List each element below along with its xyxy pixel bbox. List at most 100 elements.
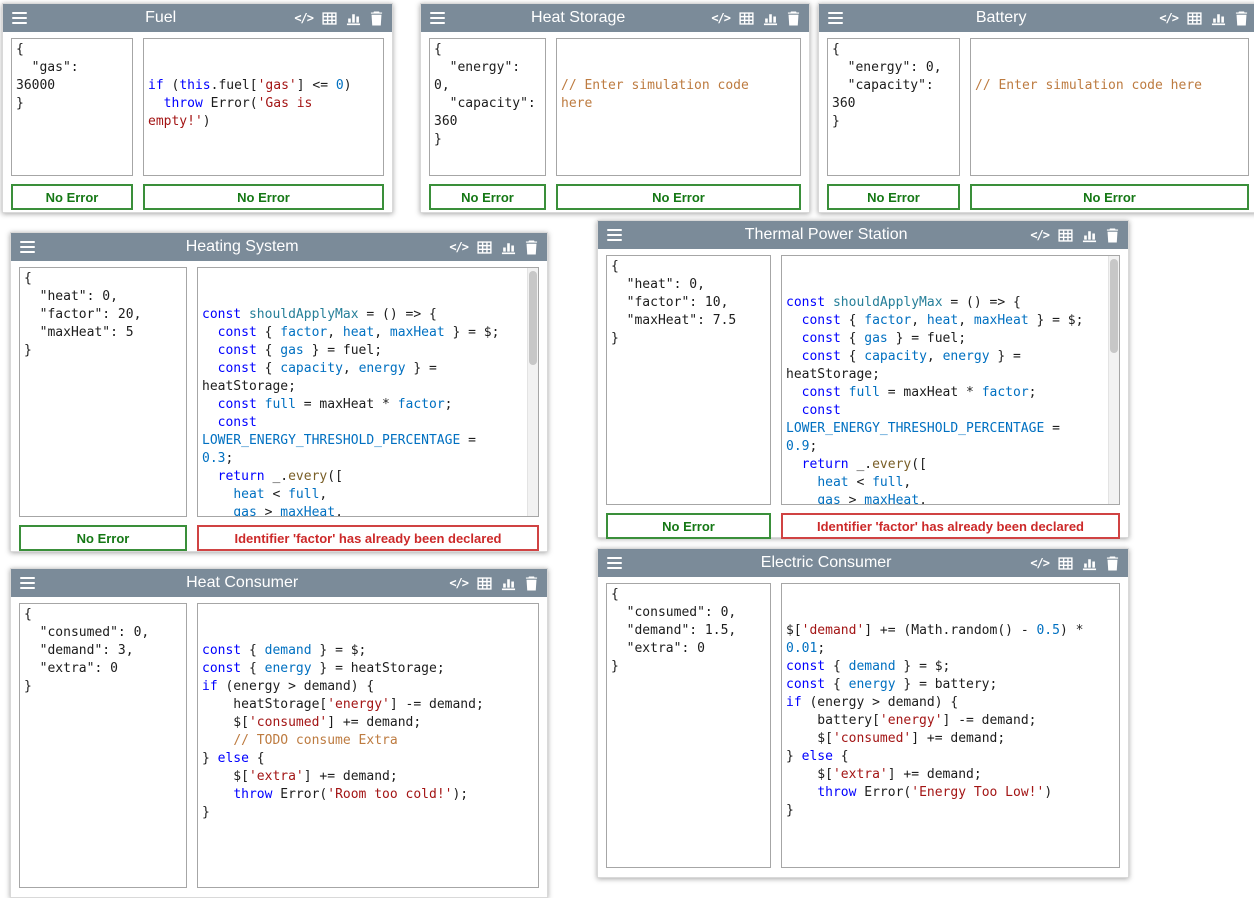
- code-scrollbar[interactable]: [527, 268, 538, 516]
- code-editor[interactable]: const shouldApplyMax = () => { const { f…: [197, 267, 539, 517]
- simulation-board: Fuel </> { "gas": 36000 } if (this.fuel[…: [0, 0, 1254, 845]
- panel-body: { "gas": 36000 } if (this.fuel['gas'] <=…: [3, 32, 392, 176]
- code-view-icon[interactable]: </>: [711, 11, 730, 25]
- bar-chart-icon[interactable]: [1211, 11, 1226, 26]
- state-editor[interactable]: { "consumed": 0, "demand": 3, "extra": 0…: [19, 603, 187, 888]
- state-status-badge: No Error: [827, 184, 960, 210]
- panel-header: Heat Storage </>: [421, 4, 809, 32]
- state-status-badge: No Error: [19, 525, 187, 551]
- status-row: No Error No Error: [3, 176, 392, 210]
- panel-title: Heat Consumer: [43, 574, 441, 592]
- code-view-icon[interactable]: </>: [1030, 228, 1049, 242]
- header-icon-group: </>: [1159, 11, 1248, 26]
- panel-header: Electric Consumer </>: [598, 549, 1128, 577]
- table-view-icon[interactable]: [477, 576, 492, 591]
- table-view-icon[interactable]: [1058, 556, 1073, 571]
- table-view-icon[interactable]: [739, 11, 754, 26]
- hamburger-menu-icon[interactable]: [607, 557, 622, 569]
- code-content: if (this.fuel['gas'] <= 0) throw Error('…: [148, 77, 379, 131]
- code-view-icon[interactable]: </>: [1159, 11, 1178, 25]
- status-row: No Error Identifier 'factor' has already…: [11, 517, 547, 551]
- hamburger-menu-icon[interactable]: [12, 12, 27, 24]
- header-icon-group: </>: [294, 11, 383, 26]
- code-editor[interactable]: // Enter simulation code here: [970, 38, 1249, 176]
- panel-body: { "heat": 0, "factor": 10, "maxHeat": 7.…: [598, 249, 1128, 505]
- state-status-badge: No Error: [11, 184, 133, 210]
- panel-battery: Battery </> { "energy": 0, "capacity": 3…: [818, 3, 1254, 213]
- header-icon-group: </>: [1030, 228, 1119, 243]
- panel-title: Electric Consumer: [630, 554, 1022, 572]
- trash-icon[interactable]: [525, 240, 538, 255]
- bar-chart-icon[interactable]: [1082, 556, 1097, 571]
- code-view-icon[interactable]: </>: [294, 11, 313, 25]
- state-status-badge: No Error: [606, 513, 771, 539]
- panel-header: Thermal Power Station </>: [598, 221, 1128, 249]
- code-editor[interactable]: $['demand'] += (Math.random() - 0.5) *0.…: [781, 583, 1120, 868]
- trash-icon[interactable]: [525, 576, 538, 591]
- code-view-icon[interactable]: </>: [1030, 556, 1049, 570]
- table-view-icon[interactable]: [322, 11, 337, 26]
- state-editor[interactable]: { "gas": 36000 }: [11, 38, 133, 176]
- code-editor[interactable]: const shouldApplyMax = () => { const { f…: [781, 255, 1120, 505]
- hamburger-menu-icon[interactable]: [20, 577, 35, 589]
- bar-chart-icon[interactable]: [346, 11, 361, 26]
- header-icon-group: </>: [449, 240, 538, 255]
- header-icon-group: </>: [711, 11, 800, 26]
- state-editor[interactable]: { "heat": 0, "factor": 10, "maxHeat": 7.…: [606, 255, 771, 505]
- panel-body: { "heat": 0, "factor": 20, "maxHeat": 5 …: [11, 261, 547, 517]
- panel-title: Fuel: [35, 9, 286, 27]
- bar-chart-icon[interactable]: [501, 576, 516, 591]
- bar-chart-icon[interactable]: [763, 11, 778, 26]
- code-content: // Enter simulation codehere: [561, 77, 796, 113]
- state-editor[interactable]: { "energy": 0, "capacity": 360 }: [827, 38, 960, 176]
- panel-title: Thermal Power Station: [630, 226, 1022, 244]
- status-row: No Error Identifier 'factor' has already…: [598, 505, 1128, 539]
- code-editor[interactable]: const { demand } = $;const { energy } = …: [197, 603, 539, 888]
- hamburger-menu-icon[interactable]: [828, 12, 843, 24]
- status-row: No Error No Error: [421, 176, 809, 210]
- code-status-badge: No Error: [143, 184, 384, 210]
- scrollbar-thumb[interactable]: [1110, 259, 1118, 353]
- panel-thermal-power-station: Thermal Power Station </> { "heat": 0, "…: [597, 220, 1129, 538]
- header-icon-group: </>: [449, 576, 538, 591]
- table-view-icon[interactable]: [1187, 11, 1202, 26]
- trash-icon[interactable]: [1106, 556, 1119, 571]
- state-status-badge: No Error: [429, 184, 546, 210]
- code-view-icon[interactable]: </>: [449, 576, 468, 590]
- code-editor[interactable]: if (this.fuel['gas'] <= 0) throw Error('…: [143, 38, 384, 176]
- trash-icon[interactable]: [787, 11, 800, 26]
- code-content: $['demand'] += (Math.random() - 0.5) *0.…: [786, 622, 1115, 820]
- hamburger-menu-icon[interactable]: [20, 241, 35, 253]
- trash-icon[interactable]: [370, 11, 383, 26]
- code-content: const shouldApplyMax = () => { const { f…: [202, 306, 534, 517]
- code-view-icon[interactable]: </>: [449, 240, 468, 254]
- panel-title: Battery: [851, 9, 1151, 27]
- panel-body: { "consumed": 0, "demand": 3, "extra": 0…: [11, 597, 547, 888]
- panel-header: Fuel </>: [3, 4, 392, 32]
- panel-header: Heat Consumer </>: [11, 569, 547, 597]
- table-view-icon[interactable]: [1058, 228, 1073, 243]
- panel-body: { "energy": 0, "capacity": 360 } // Ente…: [421, 32, 809, 176]
- panel-header: Heating System </>: [11, 233, 547, 261]
- trash-icon[interactable]: [1106, 228, 1119, 243]
- panel-heating-system: Heating System </> { "heat": 0, "factor"…: [10, 232, 548, 552]
- panel-title: Heating System: [43, 238, 441, 256]
- table-view-icon[interactable]: [477, 240, 492, 255]
- hamburger-menu-icon[interactable]: [430, 12, 445, 24]
- scrollbar-thumb[interactable]: [529, 271, 537, 365]
- code-content: const { demand } = $;const { energy } = …: [202, 642, 534, 822]
- bar-chart-icon[interactable]: [1082, 228, 1097, 243]
- panel-header: Battery </>: [819, 4, 1254, 32]
- bar-chart-icon[interactable]: [501, 240, 516, 255]
- status-row: No Error No Error: [819, 176, 1254, 210]
- trash-icon[interactable]: [1235, 11, 1248, 26]
- state-editor[interactable]: { "consumed": 0, "demand": 1.5, "extra":…: [606, 583, 771, 868]
- hamburger-menu-icon[interactable]: [607, 229, 622, 241]
- code-status-badge: Identifier 'factor' has already been dec…: [197, 525, 539, 551]
- state-editor[interactable]: { "heat": 0, "factor": 20, "maxHeat": 5 …: [19, 267, 187, 517]
- code-scrollbar[interactable]: [1108, 256, 1119, 504]
- code-editor[interactable]: // Enter simulation codehere: [556, 38, 801, 176]
- panel-electric-consumer: Electric Consumer </> { "consumed": 0, "…: [597, 548, 1129, 878]
- state-editor[interactable]: { "energy": 0, "capacity": 360 }: [429, 38, 546, 176]
- panel-heat-consumer: Heat Consumer </> { "consumed": 0, "dema…: [10, 568, 548, 898]
